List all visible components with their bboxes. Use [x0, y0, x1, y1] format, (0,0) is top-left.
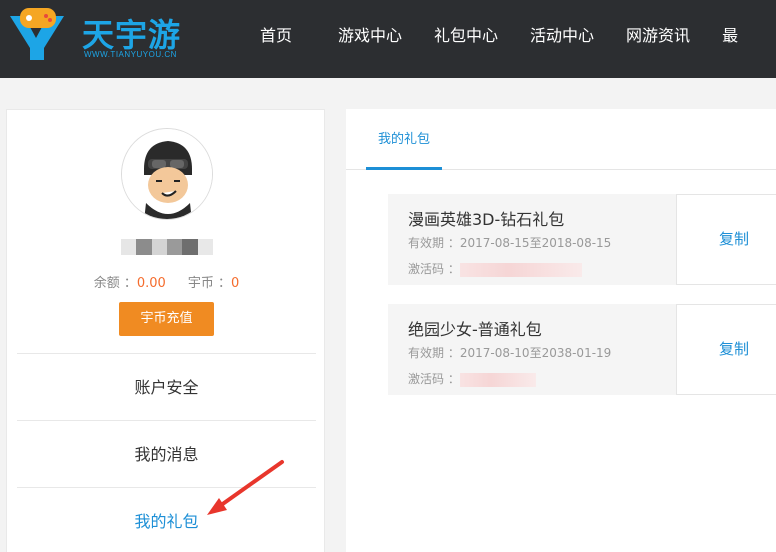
logo-subtitle: WWW.TIANYUYOU.CN	[84, 50, 177, 59]
gift-code: 激活码 ：	[408, 370, 536, 387]
validity-value: 2017-08-10至2038-01-19	[459, 346, 612, 360]
copy-button[interactable]: 复制	[676, 304, 776, 395]
gift-validity: 有效期 ：2017-08-15至2018-08-15	[408, 234, 611, 251]
annotation-arrow-icon	[207, 460, 284, 515]
tab-my-gifts[interactable]: 我的礼包	[366, 109, 442, 170]
tab-bar: 我的礼包	[346, 109, 776, 170]
coin-label: 宇币 ：	[187, 276, 231, 291]
code-label: 激活码 ：	[408, 372, 460, 386]
gift-card: 绝园少女-普通礼包 有效期 ：2017-08-10至2038-01-19 激活码…	[388, 304, 776, 395]
gift-title: 绝园少女-普通礼包	[408, 320, 542, 339]
balance-label: 余额 ：	[93, 276, 137, 291]
nav-gift-center[interactable]: 礼包中心	[418, 0, 514, 78]
copy-button[interactable]: 复制	[676, 194, 776, 285]
validity-label: 有效期 ：	[408, 236, 460, 250]
gift-panel: 我的礼包 漫画英雄3D-钻石礼包 有效期 ：2017-08-15至2018-08…	[346, 109, 776, 552]
gift-validity: 有效期 ：2017-08-10至2038-01-19	[408, 344, 611, 361]
top-header: 天宇游 WWW.TIANYUYOU.CN 首页 游戏中心 礼包中心 活动中心 网…	[0, 0, 776, 78]
nav-activity-center[interactable]: 活动中心	[514, 0, 610, 78]
username-blurred	[121, 239, 213, 255]
avatar[interactable]	[121, 128, 213, 220]
validity-label: 有效期 ：	[408, 346, 460, 360]
gift-code: 激活码 ：	[408, 260, 582, 277]
menu-account-security[interactable]: 账户安全	[17, 353, 316, 420]
validity-value: 2017-08-15至2018-08-15	[459, 236, 612, 250]
recharge-button[interactable]: 宇币充值	[119, 302, 214, 336]
code-value-blurred	[459, 262, 582, 277]
main-nav: 首页 游戏中心 礼包中心 活动中心 网游资讯 最	[230, 0, 754, 78]
code-value-blurred	[459, 372, 536, 387]
nav-home[interactable]: 首页	[230, 0, 322, 78]
balance-row: 余额 ：0.00 宇币 ：0	[7, 272, 326, 291]
nav-game-news[interactable]: 网游资讯	[610, 0, 706, 78]
soldier-avatar-icon	[122, 129, 212, 219]
code-label: 激活码 ：	[408, 262, 460, 276]
site-logo[interactable]: 天宇游 WWW.TIANYUYOU.CN	[6, 6, 186, 66]
balance-value: 0.00	[136, 276, 166, 291]
nav-more[interactable]: 最	[706, 0, 754, 78]
gamepad-logo-icon	[10, 8, 64, 60]
gift-title: 漫画英雄3D-钻石礼包	[408, 210, 565, 229]
coin-value: 0	[230, 276, 240, 291]
gift-card: 漫画英雄3D-钻石礼包 有效期 ：2017-08-15至2018-08-15 激…	[388, 194, 776, 285]
nav-game-center[interactable]: 游戏中心	[322, 0, 418, 78]
gift-info: 绝园少女-普通礼包 有效期 ：2017-08-10至2038-01-19 激活码…	[388, 304, 676, 395]
gift-info: 漫画英雄3D-钻石礼包 有效期 ：2017-08-15至2018-08-15 激…	[388, 194, 676, 285]
